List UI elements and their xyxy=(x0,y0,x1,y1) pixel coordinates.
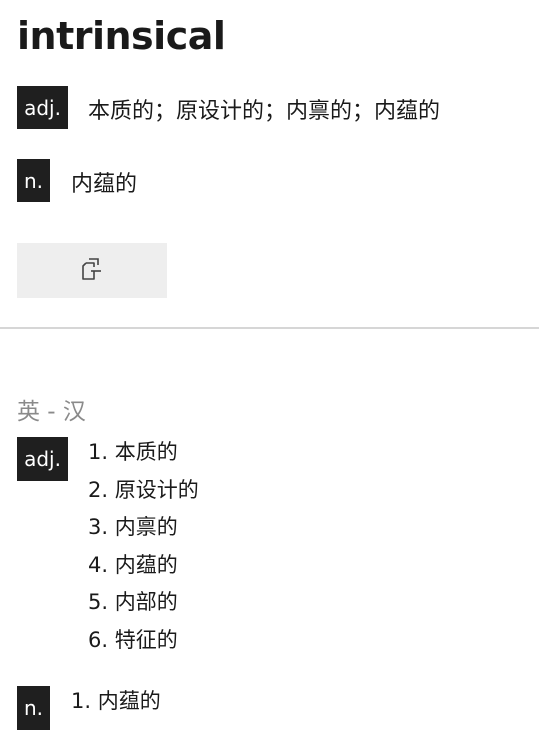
list-item: 2. 原设计的 xyxy=(88,477,199,502)
dictionary-page: intrinsical adj. 本质的；原设计的；内禀的；内蕴的 n. 内蕴的… xyxy=(0,0,539,742)
headword: intrinsical xyxy=(17,14,226,58)
list-item: 6. 特征的 xyxy=(88,627,178,652)
list-item: 4. 内蕴的 xyxy=(88,552,178,577)
list-item: 5. 内部的 xyxy=(88,590,178,615)
n-sense-list: 1. 内蕴的 xyxy=(71,683,161,721)
list-item: 1. 本质的 xyxy=(88,440,178,464)
copy-icon xyxy=(80,256,104,286)
copy-button[interactable] xyxy=(17,243,167,298)
section-divider xyxy=(0,327,539,329)
list-item: 1. 内蕴的 xyxy=(71,689,161,713)
list-item: 3. 内禀的 xyxy=(88,515,178,540)
pos-tag-n: n. xyxy=(17,159,50,202)
brief-definition-n: 内蕴的 xyxy=(71,172,138,197)
brief-definition-adj: 本质的；原设计的；内禀的；内蕴的 xyxy=(88,99,441,124)
section-title: 英 - 汉 xyxy=(17,399,86,425)
pos-tag-adj: adj. xyxy=(17,86,68,129)
entry-pos-tag-n: n. xyxy=(17,686,50,730)
adj-sense-list: 1. 本质的 2. 原设计的 3. 内禀的 4. 内蕴的 5. 内部的 6. 特… xyxy=(88,434,199,660)
entry-pos-tag-adj: adj. xyxy=(17,437,68,481)
